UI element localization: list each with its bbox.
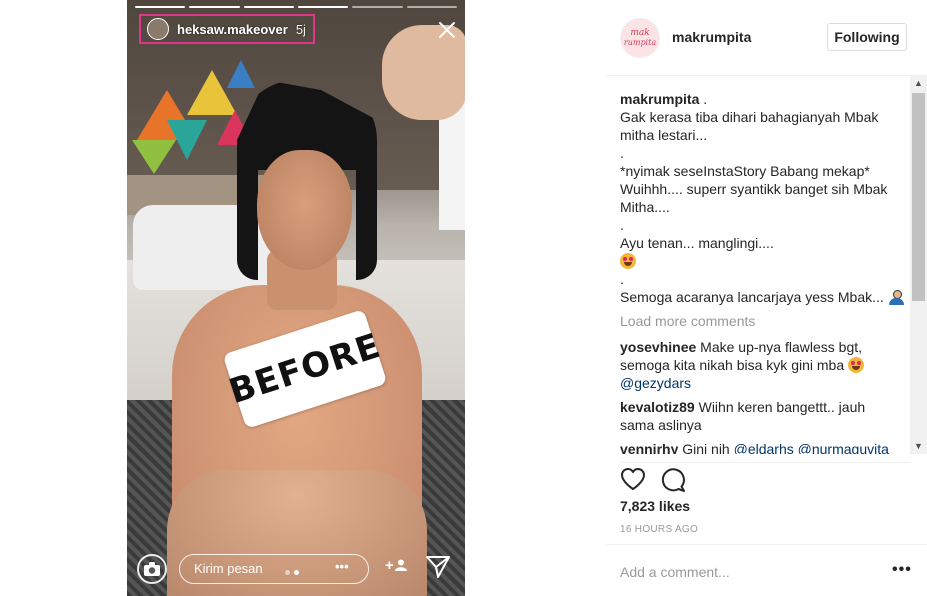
caption-line: *nyimak seseInstaStory Babang mekap*: [620, 163, 870, 179]
scroll-up-arrow-icon[interactable]: ▲: [910, 76, 927, 91]
scroll-down-arrow-icon[interactable]: ▼: [910, 439, 927, 454]
add-comment-input[interactable]: [620, 561, 870, 583]
carousel-dot-active: [294, 570, 299, 575]
avatar-logo-line: rumpita: [623, 38, 657, 47]
heart-eyes-emoji-icon: [620, 253, 636, 269]
post-timestamp[interactable]: 16 HOURS AGO: [620, 524, 698, 535]
post-header: mak rumpita makrumpita Following: [606, 0, 927, 76]
comment-text: semoga kita nikah bisa kyk gini mba: [620, 357, 845, 373]
close-icon[interactable]: [435, 18, 459, 42]
avatar-logo-line: mak: [630, 28, 650, 38]
comment-icon[interactable]: [660, 467, 686, 493]
heart-eyes-emoji-icon: [848, 357, 864, 373]
caption-line: .: [703, 91, 708, 107]
likes-count[interactable]: 7,823 likes: [620, 498, 690, 514]
comment-username[interactable]: yosevhinee: [620, 339, 696, 355]
add-comment-bar: •••: [606, 544, 927, 596]
story-time: 5j: [295, 21, 306, 37]
caption-username[interactable]: makrumpita: [620, 91, 699, 107]
comment-text: Wiihn keren bangettt.. jauh: [698, 399, 866, 415]
stylist-sleeve: [439, 100, 465, 230]
send-message-placeholder: Kirim pesan: [194, 561, 263, 576]
comment-text: Gini nih: [682, 441, 730, 454]
camera-icon: [144, 562, 160, 576]
story-more-button[interactable]: •••: [335, 559, 349, 574]
caption: makrumpita . Gak kerasa tiba dihari baha…: [620, 90, 910, 306]
comments-list[interactable]: makrumpita . Gak kerasa tiba dihari baha…: [620, 90, 910, 454]
camera-button[interactable]: [137, 554, 167, 584]
progress-segment: [243, 6, 294, 8]
load-more-comments-link[interactable]: Load more comments: [620, 312, 910, 330]
caption-line: Semoga acaranya lancarjaya yess Mbak...: [620, 289, 884, 305]
progress-segment: [135, 6, 186, 8]
caption-line: mitha lestari...: [620, 127, 708, 143]
post-username[interactable]: makrumpita: [672, 29, 751, 45]
carousel-indicator: [285, 570, 299, 575]
progress-segment: [352, 6, 403, 8]
caption-line: Wuihhh.... superr syantikk banget sih Mb…: [620, 181, 888, 197]
post-actions: [620, 462, 910, 494]
caption-line: .: [620, 217, 624, 233]
comment-item: vennirhy Gini nih @eldarhs @nurmaguvita: [620, 440, 910, 454]
caption-line: .: [620, 145, 624, 161]
progress-segment: [189, 6, 240, 8]
comment-text: Make up-nya flawless bgt,: [700, 339, 863, 355]
comment-mention[interactable]: @eldarhs: [734, 441, 794, 454]
caption-line: .: [620, 271, 624, 287]
story-footer: Kirim pesan ••• +: [127, 540, 465, 596]
wall-art-shape: [227, 60, 255, 88]
caption-line: Mitha....: [620, 199, 670, 215]
story-username[interactable]: heksaw.makeover: [177, 22, 288, 37]
face: [257, 150, 352, 270]
scrollbar-thumb[interactable]: [912, 93, 925, 301]
comment-mention[interactable]: @gezydars: [620, 375, 691, 391]
caption-line: Gak kerasa tiba dihari bahagianyah Mbak: [620, 109, 879, 125]
comment-item: kevalotiz89 Wiihn keren bangettt.. jauh …: [620, 398, 910, 434]
caption-last-line: Semoga acaranya lancarjaya yess Mbak...: [620, 288, 910, 306]
comment-username[interactable]: kevalotiz89: [620, 399, 695, 415]
caption-line: Ayu tenan... manglingi....: [620, 235, 774, 251]
comments-scrollbar[interactable]: ▲ ▼: [910, 76, 927, 454]
options-icon[interactable]: •••: [892, 561, 912, 579]
heart-icon[interactable]: [620, 467, 646, 491]
progress-segment: [406, 6, 457, 8]
wall-art-shape: [132, 140, 176, 174]
progress-segment: [297, 6, 349, 8]
story-avatar[interactable]: [147, 18, 169, 40]
story-progress: [135, 6, 457, 8]
post-panel: mak rumpita makrumpita Following makrump…: [606, 0, 927, 596]
comment-username[interactable]: vennirhy: [620, 441, 678, 454]
add-person-icon[interactable]: +: [385, 557, 408, 574]
avatar[interactable]: mak rumpita: [620, 18, 660, 58]
send-icon[interactable]: [425, 554, 451, 580]
caption-emoji-line: [620, 252, 910, 270]
carousel-dot: [285, 570, 290, 575]
comment-text: sama aslinya: [620, 417, 702, 433]
comment-item: yosevhinee Make up-nya flawless bgt, sem…: [620, 338, 910, 392]
post-media[interactable]: heksaw.makeover 5j BEFORE Kirim pesan ••…: [127, 0, 465, 596]
story-header[interactable]: heksaw.makeover 5j: [139, 14, 315, 44]
comment-mention[interactable]: @nurmaguvita: [798, 441, 889, 454]
person-emoji-icon: [888, 289, 904, 305]
following-button[interactable]: Following: [827, 23, 907, 51]
